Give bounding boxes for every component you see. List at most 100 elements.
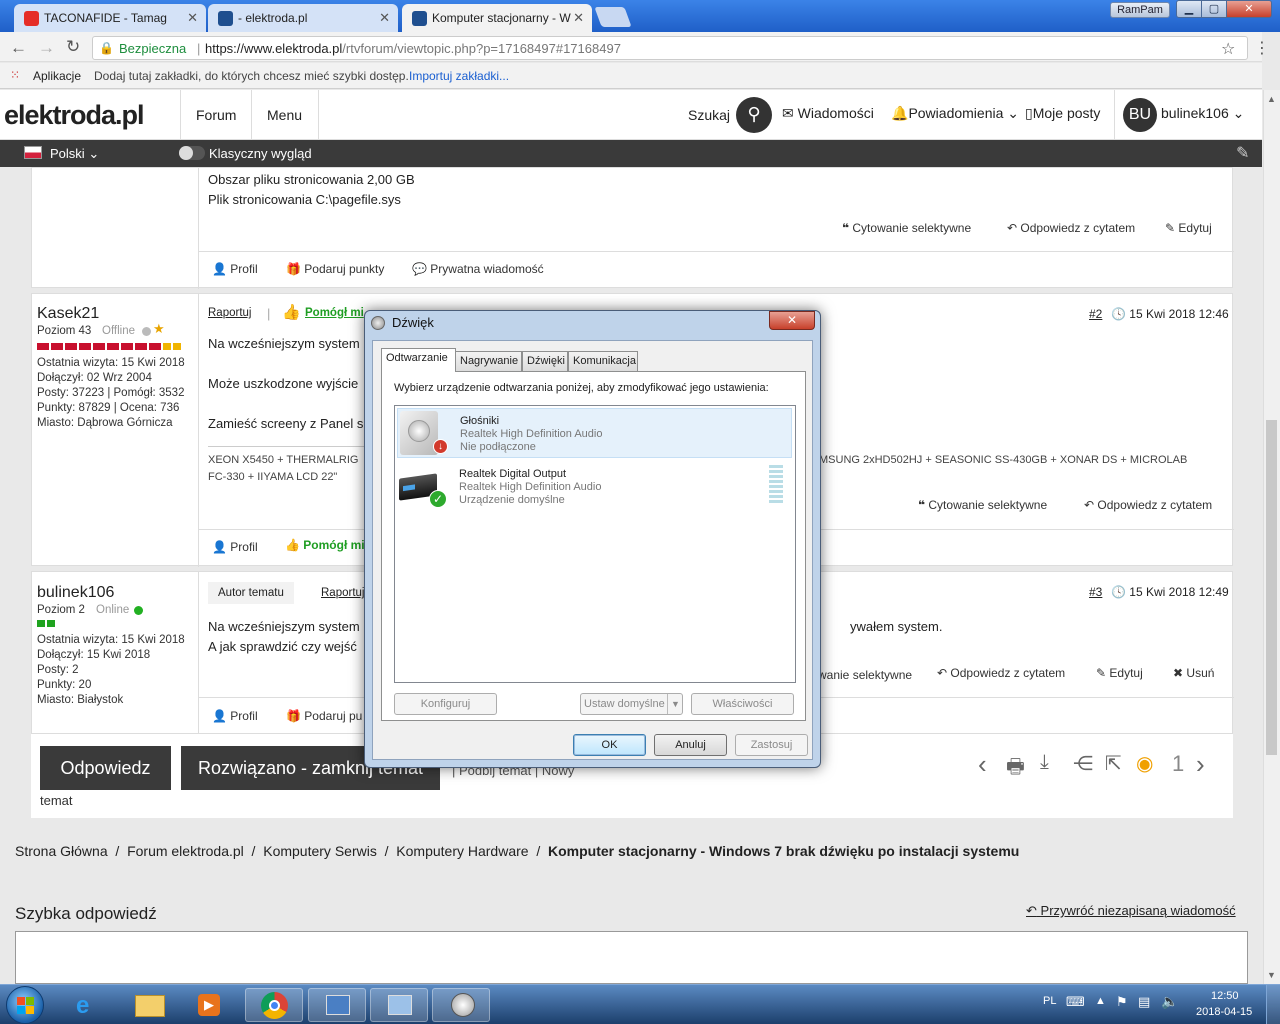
post-author[interactable]: bulinek106 — [37, 584, 114, 602]
configure-button[interactable]: Konfiguruj — [394, 693, 497, 715]
post-author[interactable]: Kasek21 — [37, 305, 99, 323]
my-posts-link[interactable]: ▯Moje posty — [1025, 105, 1100, 122]
reload-icon[interactable]: ↻ — [66, 37, 80, 57]
dialog-close-button[interactable]: ✕ — [769, 311, 815, 330]
device-item-digital-output[interactable]: ✓ Realtek Digital Output Realtek High De… — [397, 462, 792, 512]
reply-button[interactable]: Odpowiedz — [40, 746, 171, 790]
restore-message-link[interactable]: ↶ Przywróć niezapisaną wiadomość — [1026, 903, 1236, 919]
report-link[interactable]: Raportuj — [208, 307, 251, 319]
breadcrumb-item[interactable]: Strona Główna — [15, 843, 108, 859]
menu-dots-icon[interactable]: ⋮ — [1254, 38, 1270, 58]
close-icon[interactable]: ✕ — [379, 10, 390, 26]
tab-taconafide[interactable]: TACONAFIDE - Tamag ✕ — [14, 4, 206, 32]
breadcrumb-item[interactable]: Komputery Hardware — [396, 843, 528, 859]
breadcrumb-item[interactable]: Forum elektroda.pl — [127, 843, 244, 859]
profile-link[interactable]: 👤 Profil — [212, 262, 258, 276]
give-points-link[interactable]: 🎁 Podaruj punkty — [286, 262, 384, 276]
chevron-right-icon[interactable]: › — [1196, 749, 1205, 780]
properties-button[interactable]: Właściwości — [691, 693, 794, 715]
scroll-up-icon[interactable]: ▲ — [1267, 94, 1276, 104]
star-icon[interactable]: ☆ — [1221, 39, 1235, 59]
tab-communications[interactable]: Komunikacja — [568, 351, 638, 371]
search-icon[interactable]: ⚲ — [736, 97, 772, 133]
tray-arrow-icon[interactable]: ▲ — [1095, 995, 1106, 1007]
maximize-button[interactable]: ▢ — [1201, 0, 1227, 18]
external-link-icon[interactable]: ⇱ — [1105, 751, 1122, 776]
media-player-icon[interactable]: ▶ — [180, 988, 238, 1022]
selective-quote-link[interactable]: ❝ Cytowanie selektywne — [918, 498, 1047, 512]
keyboard-icon[interactable]: ⌨ — [1066, 994, 1085, 1010]
breadcrumb-item[interactable]: Komputery Serwis — [263, 843, 377, 859]
forward-icon[interactable]: → — [38, 38, 55, 58]
private-message-link[interactable]: 💬 Prywatna wiadomość — [412, 262, 544, 276]
helped-me-link[interactable]: Pomógł mi — [305, 307, 364, 319]
clock-date[interactable]: 2018-04-15 — [1196, 1006, 1252, 1018]
give-points-link[interactable]: 🎁 Podaruj pu — [286, 709, 362, 723]
device-item-speakers[interactable]: ↓ Głośniki Realtek High Definition Audio… — [397, 408, 792, 458]
apps-icon[interactable]: ⁙ — [10, 68, 20, 82]
close-window-button[interactable]: ✕ — [1226, 0, 1272, 18]
edit-link[interactable]: ✎ Edytuj — [1096, 666, 1143, 680]
cancel-button[interactable]: Anuluj — [654, 734, 727, 756]
avatar[interactable]: BU — [1123, 98, 1157, 132]
eye-icon[interactable]: ◉ — [1136, 751, 1153, 776]
reply-quote-link[interactable]: ↶ Odpowiedz z cytatem — [1084, 498, 1212, 512]
sound-taskbar-icon[interactable] — [432, 988, 490, 1022]
report-link[interactable]: Raportuj — [321, 587, 364, 599]
minimize-button[interactable]: ▁ — [1176, 0, 1202, 18]
pin-icon[interactable]: ✎ — [1236, 143, 1249, 163]
profile-link[interactable]: 👤 Profil — [212, 540, 258, 554]
chrome-icon[interactable] — [245, 988, 303, 1022]
scrollbar-thumb[interactable] — [1266, 420, 1277, 755]
share-icon[interactable]: ⋲ — [1073, 751, 1093, 776]
back-icon[interactable]: ← — [10, 38, 27, 58]
clock-time[interactable]: 12:50 — [1211, 990, 1239, 1002]
volume-icon[interactable]: 🔈 — [1161, 993, 1178, 1010]
search-label[interactable]: Szukaj — [688, 107, 730, 123]
network-icon[interactable]: ⚑ — [1116, 994, 1128, 1010]
nav-menu[interactable]: Menu — [267, 107, 302, 123]
scroll-down-icon[interactable]: ▼ — [1267, 970, 1276, 980]
delete-link[interactable]: ✖ Usuń — [1173, 666, 1214, 680]
tab-sounds[interactable]: Dźwięki — [522, 351, 568, 371]
messages-link[interactable]: ✉ Wiadomości — [782, 105, 874, 122]
post-number[interactable]: #2 — [1089, 307, 1102, 321]
import-bookmarks-link[interactable]: Importuj zakładki... — [409, 69, 509, 83]
print-icon[interactable]: 🖶 — [1006, 752, 1025, 786]
edit-link[interactable]: ✎ Edytuj — [1165, 221, 1212, 235]
selective-quote-link[interactable]: wanie selektywne — [818, 668, 912, 682]
explorer-folder-icon[interactable] — [120, 988, 178, 1022]
close-icon[interactable]: ✕ — [573, 10, 584, 26]
start-button[interactable] — [6, 986, 44, 1024]
chevron-left-icon[interactable]: ‹ — [978, 749, 987, 780]
device-list[interactable]: ↓ Głośniki Realtek High Definition Audio… — [394, 405, 796, 683]
language-indicator[interactable]: PL — [1043, 995, 1056, 1007]
action-center-icon[interactable]: ▤ — [1138, 994, 1150, 1010]
tab-recording[interactable]: Nagrywanie — [455, 351, 522, 371]
tab-elektroda[interactable]: - elektroda.pl ✕ — [208, 4, 398, 32]
internet-explorer-icon[interactable]: e — [60, 988, 118, 1022]
download-icon[interactable]: ⤓ — [1040, 751, 1049, 774]
helped-me-footer-link[interactable]: 👍 Pomógł mi — [285, 538, 365, 552]
classic-view-toggle[interactable] — [179, 146, 205, 160]
user-menu[interactable]: bulinek106 ⌄ — [1161, 105, 1244, 122]
set-default-button[interactable]: Ustaw domyślne ▼ — [580, 693, 683, 715]
ok-button[interactable]: OK — [573, 734, 646, 756]
tab-playback[interactable]: Odtwarzanie — [381, 348, 456, 372]
site-logo[interactable]: elektroda.pl — [4, 100, 145, 131]
notifications-link[interactable]: 🔔Powiadomienia ⌄ — [891, 105, 1019, 122]
quick-reply-textarea[interactable] — [15, 931, 1248, 984]
control-panel-icon[interactable] — [308, 988, 366, 1022]
close-icon[interactable]: ✕ — [187, 10, 198, 26]
apply-button[interactable]: Zastosuj — [735, 734, 808, 756]
tab-komputer-stacjonarny[interactable]: Komputer stacjonarny - W ✕ — [402, 4, 592, 32]
profile-link[interactable]: 👤 Profil — [212, 709, 258, 723]
reply-quote-link[interactable]: ↶ Odpowiedz z cytatem — [1007, 221, 1135, 235]
profile-label[interactable]: RamPam — [1110, 2, 1170, 18]
settings-window-icon[interactable] — [370, 988, 428, 1022]
nav-forum[interactable]: Forum — [196, 107, 236, 123]
post-number[interactable]: #3 — [1089, 585, 1102, 599]
selective-quote-link[interactable]: ❝ Cytowanie selektywne — [842, 221, 971, 235]
reply-quote-link[interactable]: ↶ Odpowiedz z cytatem — [937, 666, 1065, 680]
apps-link[interactable]: Aplikacje — [33, 69, 81, 83]
